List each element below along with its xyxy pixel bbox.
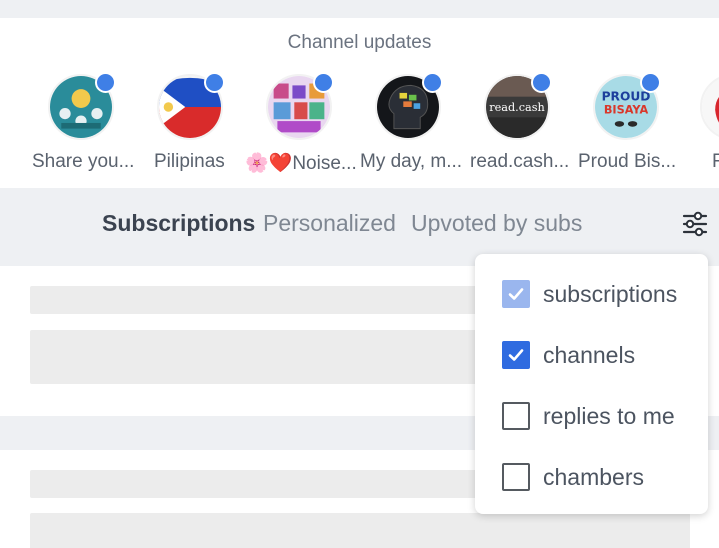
filter-option-label: chambers [543,464,644,490]
checkbox[interactable] [502,463,530,491]
channel-item-my-day[interactable] [375,72,443,140]
notification-dot [204,72,225,93]
feed-filter-menu: subscriptions channels replies to me cha… [475,254,708,514]
notification-dot [640,72,661,93]
notification-dot [531,72,552,93]
filter-option-chambers[interactable]: chambers [502,463,702,493]
skeleton-block [30,513,690,548]
filter-button[interactable] [681,211,709,237]
notification-dot [313,72,334,93]
checkbox[interactable] [502,402,530,430]
notification-dot [422,72,443,93]
tab-upvoted-by-subs[interactable]: Upvoted by subs [411,210,582,237]
channel-label[interactable]: read.cash... [470,151,569,173]
filter-option-label: replies to me [543,403,675,429]
filter-option-label: subscriptions [543,281,678,307]
svg-text:read.cash: read.cash [489,101,545,114]
strawberry-icon [700,74,719,140]
filter-option-label: channels [543,342,636,368]
channel-label[interactable]: My day, m... [360,151,462,173]
check-icon [508,349,524,361]
channel-label[interactable]: F [712,151,719,173]
filter-option-replies[interactable]: replies to me [502,402,702,432]
channel-label[interactable]: 🌸❤️Noise... [245,151,357,175]
channel-label[interactable]: Share you... [32,151,134,173]
channel-item-share[interactable] [48,72,116,140]
channel-item-partial[interactable] [700,74,719,140]
filter-option-subscriptions[interactable]: subscriptions [502,280,702,310]
svg-text:BISAYA: BISAYA [604,104,649,117]
channel-item-pilipinas[interactable] [157,72,225,140]
channel-label[interactable]: Proud Bis... [578,151,676,173]
channel-item-readcash[interactable]: read.cash [484,72,552,140]
app-screen: Channel updates Share you... Pilipinas 🌸… [0,0,719,548]
channel-item-noise[interactable] [266,72,334,140]
channel-item-proud-bisaya[interactable]: PROUD BISAYA [593,72,661,140]
channel-label[interactable]: Pilipinas [154,151,225,173]
checkbox[interactable] [502,341,530,369]
channel-updates-panel: Channel updates Share you... Pilipinas 🌸… [0,18,719,188]
sliders-icon [682,211,708,237]
tab-subscriptions[interactable]: Subscriptions [102,210,255,237]
notification-dot [95,72,116,93]
check-icon [508,288,524,300]
checkbox[interactable] [502,280,530,308]
svg-text:PROUD: PROUD [602,89,651,103]
channel-updates-title: Channel updates [287,32,432,53]
tab-personalized[interactable]: Personalized [263,210,396,237]
filter-option-channels[interactable]: channels [502,341,702,371]
